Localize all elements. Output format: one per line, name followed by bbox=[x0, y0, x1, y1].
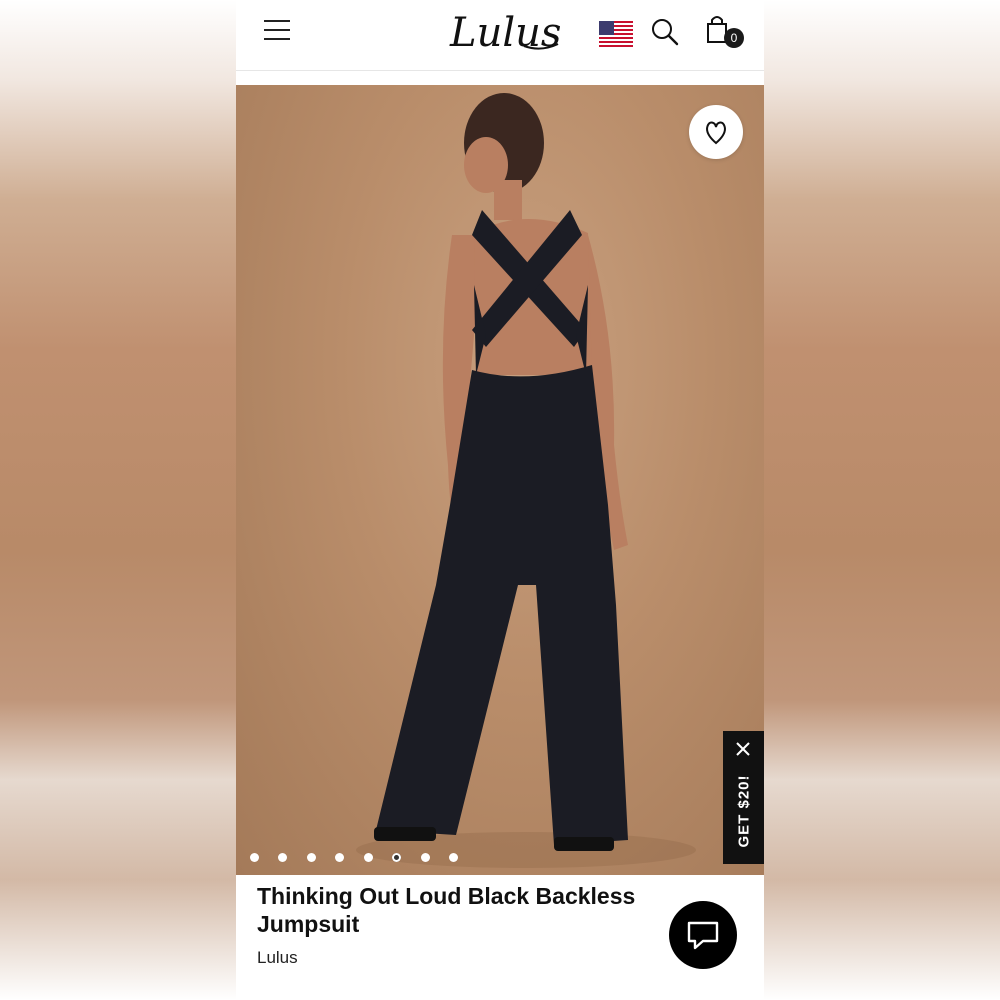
promo-tab[interactable]: GET $20! bbox=[723, 731, 764, 864]
close-icon[interactable] bbox=[734, 740, 752, 758]
menu-icon[interactable] bbox=[264, 20, 290, 42]
site-header: Lulus 0 bbox=[236, 0, 764, 71]
heart-icon bbox=[706, 121, 726, 145]
promo-label-wrap: GET $20! bbox=[723, 771, 764, 851]
blurred-backdrop-left bbox=[0, 0, 236, 1000]
blurred-backdrop-right bbox=[764, 0, 1000, 1000]
gallery-dot-6[interactable] bbox=[392, 853, 402, 862]
gallery-dot-1[interactable] bbox=[250, 853, 259, 862]
mobile-page: Lulus 0 GET $20! Thinking Out Loud Black… bbox=[236, 0, 764, 1000]
gallery-dot-3[interactable] bbox=[306, 853, 316, 862]
product-image-gallery[interactable] bbox=[236, 85, 764, 875]
cart-count-badge: 0 bbox=[724, 28, 744, 48]
shopping-bag-icon[interactable]: 0 bbox=[704, 14, 744, 50]
gallery-dot-4[interactable] bbox=[335, 853, 345, 862]
lulus-logo[interactable]: Lulus bbox=[446, 6, 566, 56]
favorite-button[interactable] bbox=[689, 105, 743, 159]
search-icon[interactable] bbox=[651, 18, 679, 46]
chat-button[interactable] bbox=[669, 901, 737, 969]
gallery-dot-7[interactable] bbox=[420, 853, 430, 862]
chat-bubble-icon bbox=[687, 921, 719, 950]
gallery-dot-2[interactable] bbox=[278, 853, 288, 862]
product-title: Thinking Out Loud Black Backless Jumpsui… bbox=[257, 883, 636, 937]
gallery-pagination bbox=[250, 849, 473, 862]
gallery-dot-5[interactable] bbox=[363, 853, 373, 862]
us-flag-icon[interactable] bbox=[599, 21, 633, 47]
promo-label: GET $20! bbox=[735, 774, 752, 848]
product-brand[interactable]: Lulus bbox=[257, 948, 298, 968]
gallery-dot-8[interactable] bbox=[449, 853, 459, 862]
product-photo bbox=[356, 93, 696, 868]
